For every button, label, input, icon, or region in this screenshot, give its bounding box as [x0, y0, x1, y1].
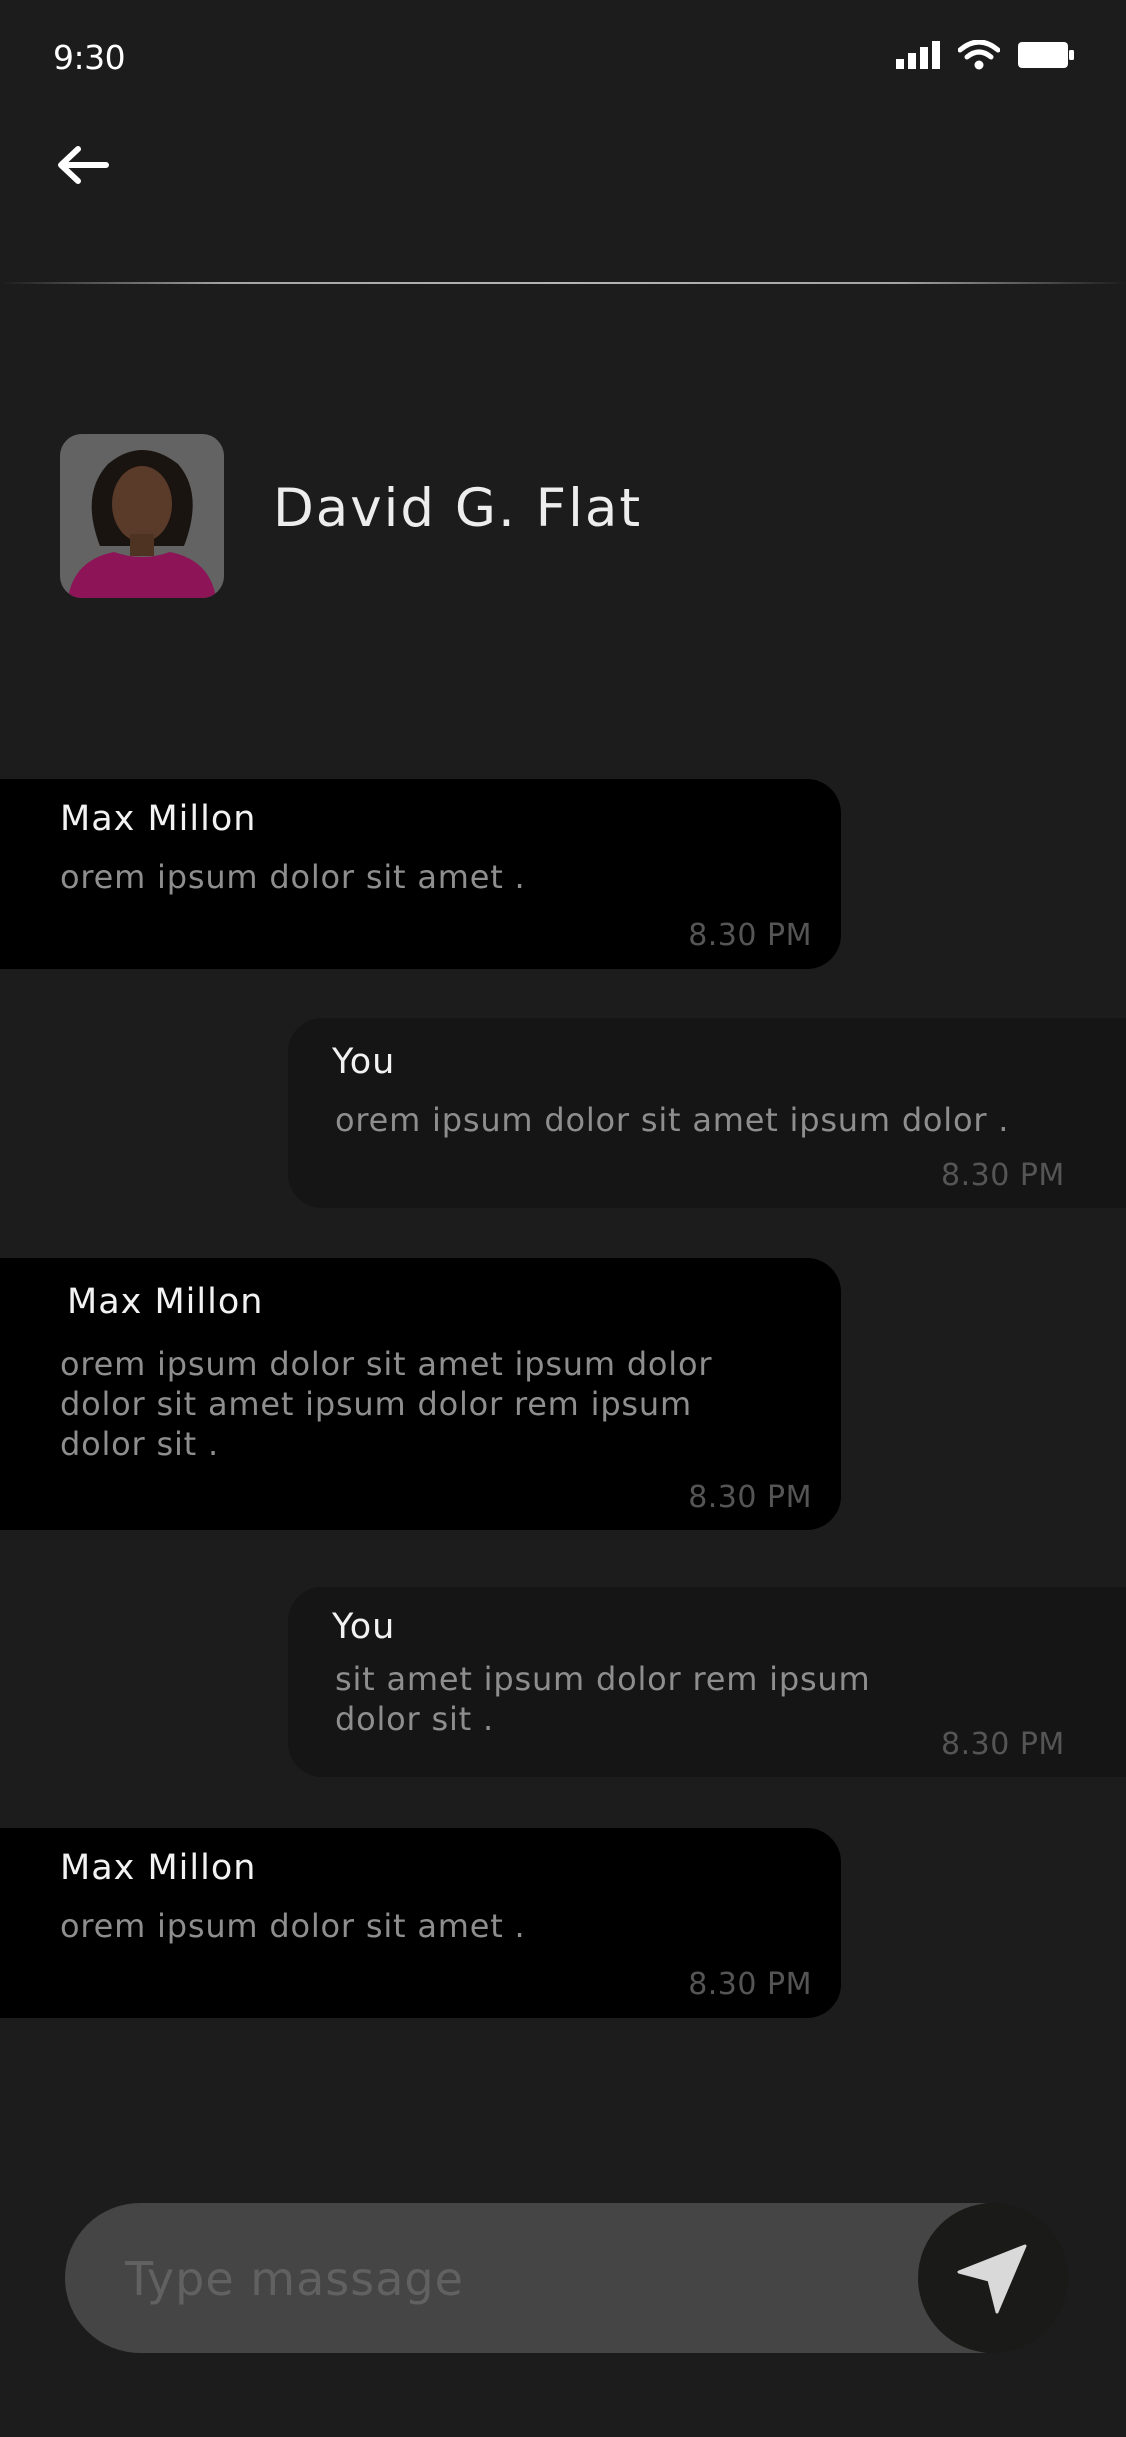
message-text: orem ipsum dolor sit amet ipsum dolor . — [335, 1101, 1010, 1139]
send-icon — [957, 2244, 1027, 2314]
message-bubble-outgoing[interactable]: You orem ipsum dolor sit amet ipsum dolo… — [288, 1018, 1126, 1208]
avatar[interactable] — [60, 434, 224, 598]
message-text: orem ipsum dolor sit amet . — [60, 1907, 526, 1945]
message-bubble-incoming[interactable]: Max Millon orem ipsum dolor sit amet . 8… — [0, 1828, 841, 2018]
message-text: sit amet ipsum dolor rem ipsum dolor sit… — [335, 1660, 871, 1738]
message-time: 8.30 PM — [688, 1967, 812, 2002]
status-icons — [896, 40, 1074, 70]
send-button[interactable] — [918, 2203, 1068, 2353]
signal-icon — [896, 41, 940, 69]
back-button[interactable] — [56, 145, 110, 185]
battery-icon — [1018, 42, 1074, 68]
message-bubble-incoming[interactable]: Max Millon orem ipsum dolor sit amet . 8… — [0, 779, 841, 969]
message-bubble-outgoing[interactable]: You sit amet ipsum dolor rem ipsum dolor… — [288, 1587, 1126, 1777]
message-text: orem ipsum dolor sit amet ipsum dolor do… — [60, 1345, 713, 1463]
contact-name: David G. Flat — [273, 478, 643, 539]
wifi-icon — [958, 40, 1000, 70]
arrow-left-icon — [58, 146, 109, 184]
message-time: 8.30 PM — [688, 918, 812, 953]
message-sender: Max Millon — [60, 1848, 257, 1888]
message-composer — [65, 2203, 1055, 2353]
header-divider — [0, 282, 1126, 284]
message-sender: Max Millon — [60, 799, 257, 839]
message-bubble-incoming[interactable]: Max Millon orem ipsum dolor sit amet ips… — [0, 1258, 841, 1530]
message-text: orem ipsum dolor sit amet . — [60, 858, 526, 896]
status-time: 9:30 — [53, 38, 126, 77]
message-sender: You — [332, 1607, 396, 1647]
message-input[interactable] — [123, 2239, 947, 2319]
message-sender: You — [332, 1042, 396, 1082]
message-time: 8.30 PM — [688, 1480, 812, 1515]
message-time: 8.30 PM — [941, 1727, 1065, 1762]
message-time: 8.30 PM — [941, 1158, 1065, 1193]
message-sender: Max Millon — [67, 1282, 264, 1322]
